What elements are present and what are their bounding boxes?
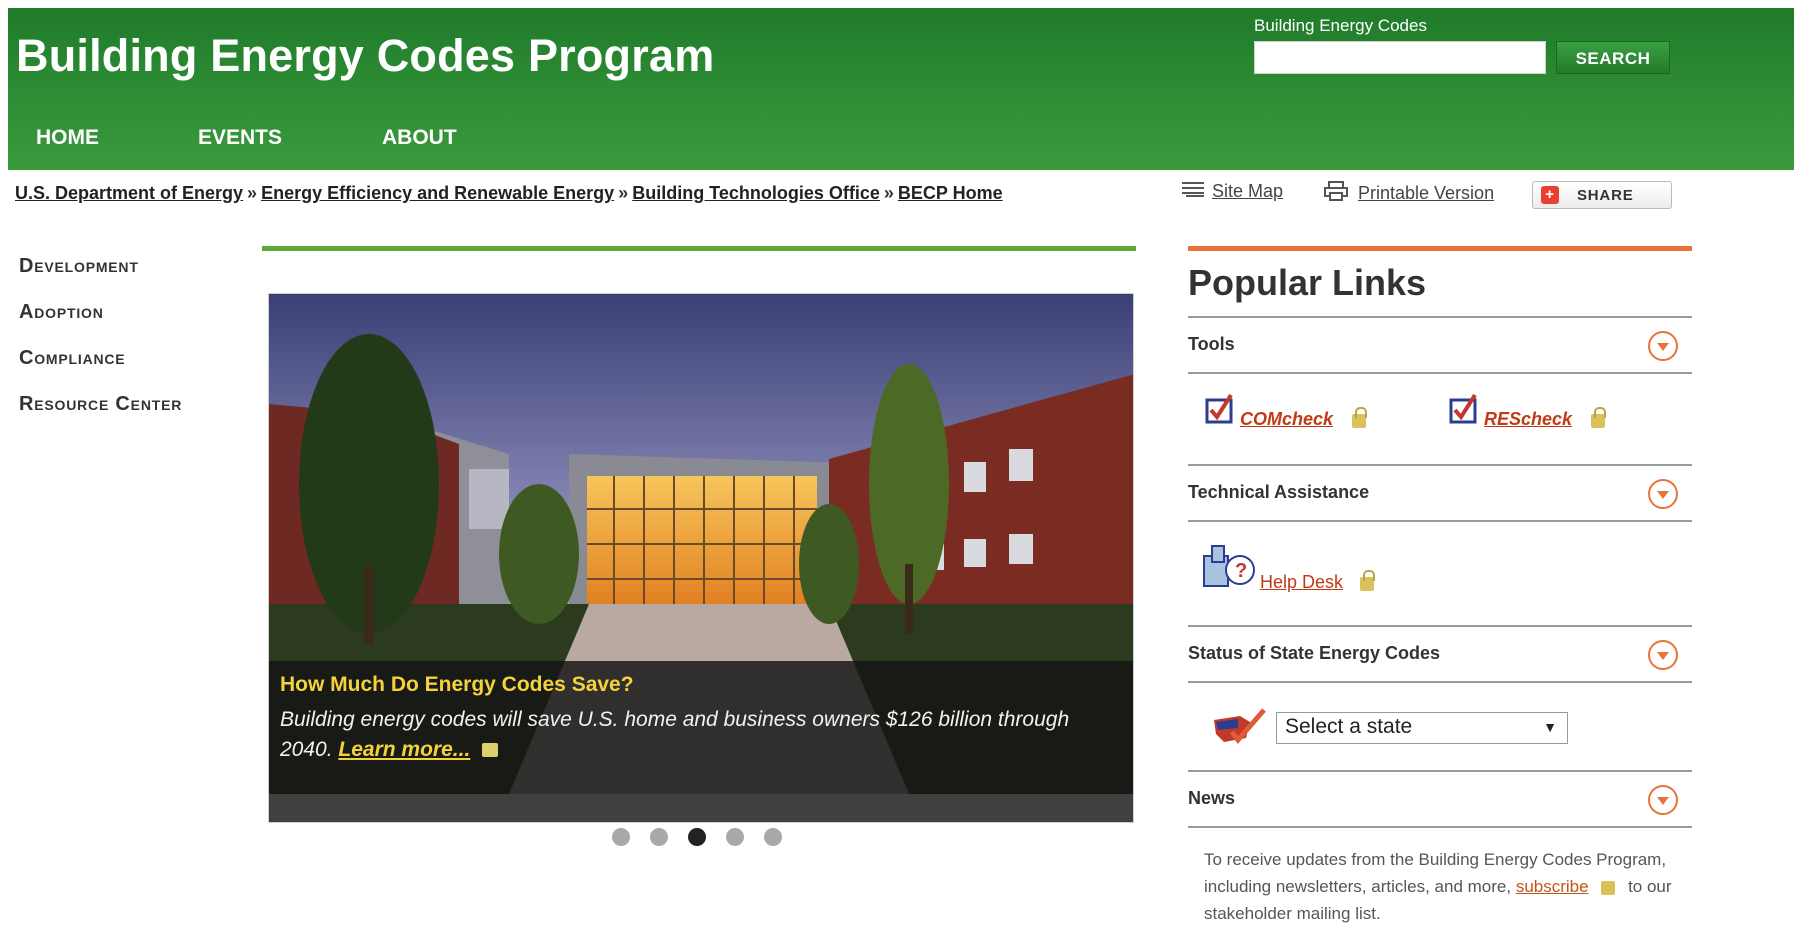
lock-icon <box>482 743 499 758</box>
slider-dot-3[interactable] <box>688 828 706 846</box>
breadcrumb: U.S. Department of Energy» Energy Efficie… <box>15 183 1003 204</box>
lock-icon <box>1360 570 1375 591</box>
left-nav: Development Adoption Compliance Resource… <box>19 255 182 439</box>
printer-icon <box>1324 181 1350 206</box>
nav-about[interactable]: ABOUT <box>382 126 457 150</box>
lock-icon <box>1352 407 1367 428</box>
nav-home[interactable]: HOME <box>36 126 99 150</box>
plus-icon: + <box>1541 186 1559 204</box>
share-button[interactable]: + SHARE <box>1532 181 1672 209</box>
popular-links-title: Popular Links <box>1188 262 1427 303</box>
nav-events[interactable]: EVENTS <box>198 126 282 150</box>
leftnav-adoption[interactable]: Adoption <box>19 301 182 327</box>
section-tools-label: Tools <box>1188 334 1235 354</box>
slider-dot-5[interactable] <box>764 828 782 846</box>
caption-headline: How Much Do Energy Codes Save? <box>280 673 634 696</box>
site-header: Building Energy Codes Program Building E… <box>8 8 1794 170</box>
help-desk-icon: ? <box>1202 540 1258 590</box>
slider-dot-2[interactable] <box>650 828 668 846</box>
slider-footer <box>269 794 1133 822</box>
state-select-value: Select a state <box>1285 715 1413 738</box>
section-news-label: News <box>1188 788 1236 808</box>
section-news[interactable]: News <box>1188 770 1692 828</box>
svg-text:?: ? <box>1235 560 1247 582</box>
news-subscribe-text: To receive updates from the Building Ene… <box>1204 846 1674 927</box>
divider <box>262 246 1136 251</box>
leftnav-compliance[interactable]: Compliance <box>19 347 182 373</box>
breadcrumb-bto[interactable]: Building Technologies Office <box>632 183 880 203</box>
news-text-1: To receive updates from the Building Ene… <box>1204 850 1667 896</box>
slider-caption: How Much Do Energy Codes Save? Building … <box>269 661 1133 794</box>
expand-icon[interactable] <box>1648 331 1678 361</box>
expand-icon[interactable] <box>1648 640 1678 670</box>
state-map-icon <box>1210 708 1268 750</box>
slider-dot-1[interactable] <box>612 828 630 846</box>
divider <box>1188 246 1692 251</box>
slider-dots <box>612 828 782 846</box>
breadcrumb-sep: » <box>883 183 894 203</box>
site-map-icon <box>1182 181 1204 202</box>
breadcrumb-becp-home[interactable]: BECP Home <box>898 183 1003 203</box>
section-status-state-codes[interactable]: Status of State Energy Codes <box>1188 625 1692 683</box>
chevron-down-icon: ▼ <box>1543 719 1557 735</box>
leftnav-resource-center[interactable]: Resource Center <box>19 393 182 419</box>
lock-icon <box>1601 880 1616 895</box>
printable-version-label[interactable]: Printable Version <box>1358 183 1494 204</box>
site-map-label[interactable]: Site Map <box>1212 181 1283 202</box>
printable-version-link[interactable]: Printable Version <box>1324 181 1494 206</box>
search-input[interactable] <box>1254 41 1546 74</box>
learn-more-link[interactable]: Learn more... <box>338 738 470 761</box>
comcheck-icon <box>1204 392 1236 426</box>
expand-icon[interactable] <box>1648 479 1678 509</box>
slider-dot-4[interactable] <box>726 828 744 846</box>
caption-text: Building energy codes will save U.S. hom… <box>280 705 1124 765</box>
breadcrumb-sep: » <box>247 183 258 203</box>
site-title[interactable]: Building Energy Codes Program <box>16 30 714 82</box>
section-status-label: Status of State Energy Codes <box>1188 643 1441 663</box>
section-tools[interactable]: Tools <box>1188 316 1692 374</box>
share-label: SHARE <box>1577 186 1634 204</box>
subscribe-link[interactable]: subscribe <box>1516 877 1589 896</box>
site-map-link[interactable]: Site Map <box>1182 181 1283 202</box>
comcheck-link[interactable]: COMcheck <box>1240 409 1333 430</box>
feature-slider[interactable]: How Much Do Energy Codes Save? Building … <box>268 293 1134 823</box>
breadcrumb-sep: » <box>618 183 629 203</box>
expand-icon[interactable] <box>1648 785 1678 815</box>
breadcrumb-doe[interactable]: U.S. Department of Energy <box>15 183 243 203</box>
rescheck-link[interactable]: REScheck <box>1484 409 1572 430</box>
search-button[interactable]: SEARCH <box>1556 41 1670 74</box>
rescheck-icon <box>1448 392 1480 426</box>
state-select[interactable]: Select a state ▼ <box>1276 712 1568 744</box>
breadcrumb-eere[interactable]: Energy Efficiency and Renewable Energy <box>261 183 614 203</box>
section-technical-label: Technical Assistance <box>1188 482 1370 502</box>
leftnav-development[interactable]: Development <box>19 255 182 281</box>
section-technical-assistance[interactable]: Technical Assistance <box>1188 464 1692 522</box>
help-desk-link[interactable]: Help Desk <box>1260 572 1343 593</box>
search-label: Building Energy Codes <box>1254 16 1427 35</box>
lock-icon <box>1591 407 1606 428</box>
